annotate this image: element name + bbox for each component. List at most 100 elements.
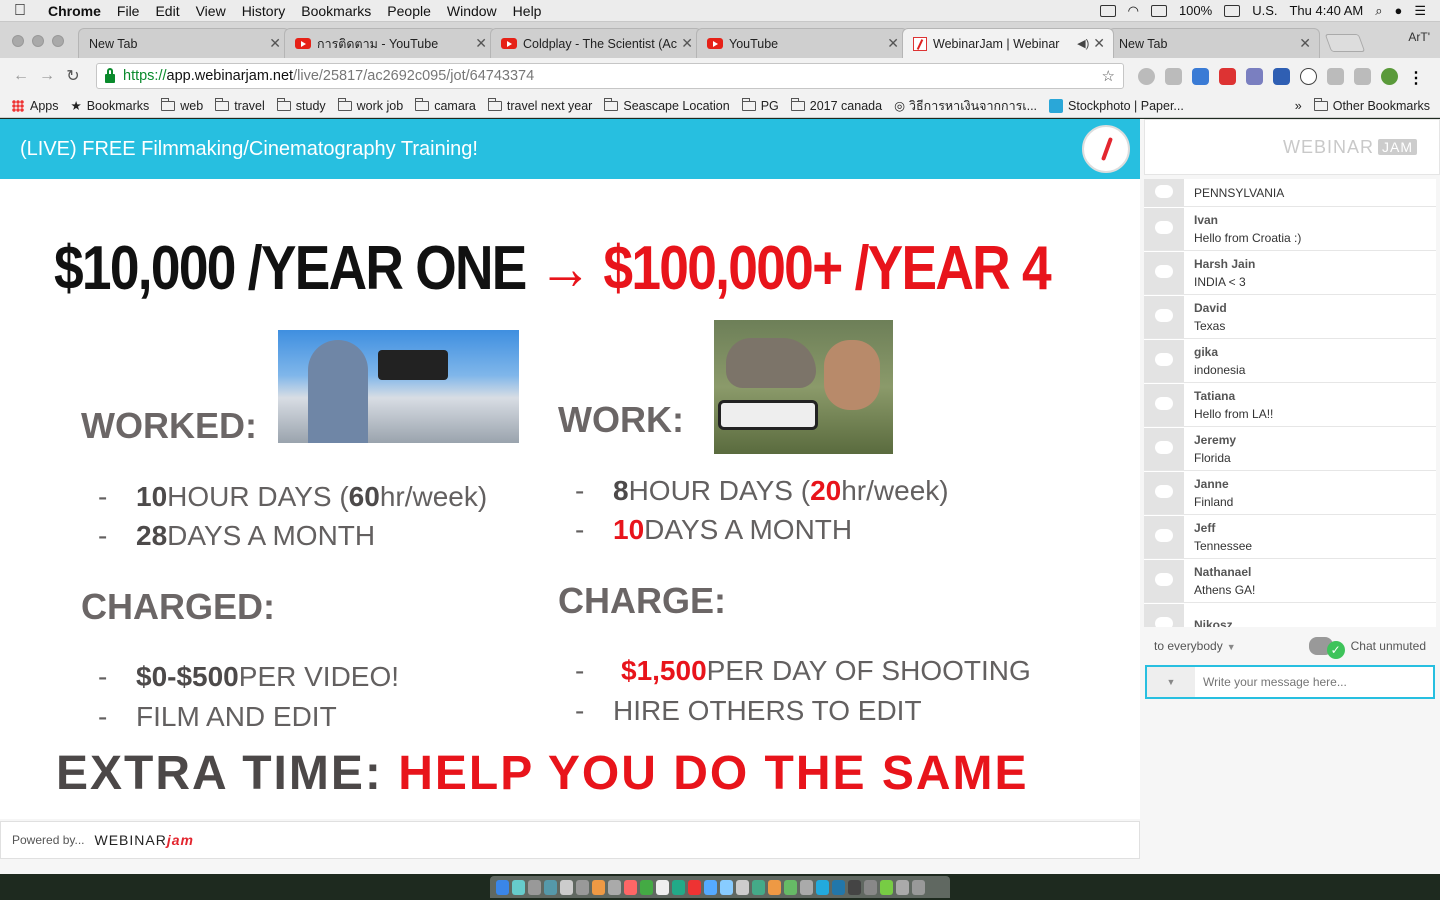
wifi-icon[interactable]: ◠ [1128,3,1139,19]
dock-app-icon[interactable] [880,879,893,895]
bookmark-folder-2017-canada[interactable]: 2017 canada [790,97,882,113]
dock-app-icon[interactable] [784,879,797,895]
dock-app-icon[interactable] [800,879,813,895]
tab-new-tab-2[interactable]: New Tab ✕ [1108,28,1320,58]
apple-menu-icon[interactable]:  [0,2,40,20]
close-tab-icon[interactable]: ✕ [475,35,487,52]
dock-app-icon[interactable] [720,879,733,895]
avatar-select[interactable]: ▼ [1147,667,1195,697]
menu-app-chrome[interactable]: Chrome [40,3,109,19]
extension-video-icon[interactable] [1219,67,1236,85]
menu-bookmarks[interactable]: Bookmarks [293,3,379,19]
bookmark-stockphoto[interactable]: Stockphoto | Paper... [1049,98,1184,113]
bookmark-folder-work-job[interactable]: work job [337,97,403,113]
dock-app-icon[interactable] [832,879,845,895]
dock-app-icon[interactable] [560,879,573,895]
bookmark-star-icon[interactable]: ☆ [1102,67,1115,85]
chat-message-input[interactable] [1195,675,1425,689]
reload-icon[interactable]: ↻ [60,66,86,86]
menu-edit[interactable]: Edit [147,3,187,19]
chrome-menu-icon[interactable]: ⋮ [1408,68,1424,87]
dock-app-icon[interactable] [624,879,637,895]
back-arrow-icon[interactable]: ← [8,67,34,85]
menu-help[interactable]: Help [505,3,550,19]
extension-speed-icon[interactable] [1300,67,1317,85]
menu-view[interactable]: View [188,3,234,19]
minimize-window-button[interactable] [32,35,44,47]
dock-app-icon[interactable] [672,879,685,895]
menu-history[interactable]: History [234,3,294,19]
webinarjam-logo[interactable]: WEBINARjam [94,832,193,848]
dock-app-icon[interactable] [768,879,781,895]
dock-app-icon[interactable] [608,879,621,895]
battery-icon[interactable] [1224,4,1241,17]
dock-app-icon[interactable] [688,879,701,895]
dock-app-icon[interactable] [816,879,829,895]
extension-hd-icon[interactable] [1327,67,1344,85]
dock-app-icon[interactable] [736,879,749,895]
new-tab-button[interactable] [1324,34,1366,52]
clock[interactable]: Thu 4:40 AM [1289,3,1363,18]
zoom-window-button[interactable] [52,35,64,47]
dock-app-icon[interactable] [704,879,717,895]
bookmark-folder-camara[interactable]: camara [415,97,476,113]
tab-youtube-subscriptions[interactable]: การติดตาม - YouTube ✕ [284,28,496,58]
close-tab-icon[interactable]: ✕ [1093,35,1105,52]
dock-app-icon[interactable] [640,879,653,895]
close-tab-icon[interactable]: ✕ [887,35,899,52]
input-source[interactable]: U.S. [1252,3,1277,18]
dock-app-icon[interactable] [656,879,669,895]
battery-level[interactable]: 100% [1179,3,1212,18]
menu-people[interactable]: People [379,3,439,19]
dock-app-icon[interactable] [592,879,605,895]
extension-earth-icon[interactable] [1381,67,1398,85]
dock-app-icon[interactable] [896,879,909,895]
tab-coldplay[interactable]: Coldplay - The Scientist (Ac ✕ [490,28,702,58]
chevron-more-icon[interactable]: » [1295,99,1302,113]
extension-cloud-icon[interactable] [1165,67,1182,85]
chat-mute-toggle[interactable]: Chat unmuted [1308,637,1426,659]
close-tab-icon[interactable]: ✕ [1299,35,1311,52]
siri-icon[interactable]: ● [1394,3,1402,18]
dock-app-icon[interactable] [848,879,861,895]
tab-webinarjam[interactable]: WebinarJam | Webinar ◀) ✕ [902,28,1114,58]
audience-select[interactable]: to everybody ▼ [1154,639,1236,653]
dock-app-icon[interactable] [864,879,877,895]
dock-app-icon[interactable] [752,879,765,895]
bookmark-folder-study[interactable]: study [276,97,326,113]
close-tab-icon[interactable]: ✕ [269,35,281,52]
menu-file[interactable]: File [109,3,148,19]
dock-app-icon[interactable] [496,879,509,895]
bookmark-other[interactable]: Other Bookmarks [1313,97,1430,113]
extension-badge-icon[interactable] [1273,67,1290,85]
extension-download-icon[interactable] [1192,67,1209,85]
spotlight-search-icon[interactable]: ⌕ [1375,3,1382,19]
bookmark-folder-seascape[interactable]: Seascape Location [604,97,730,113]
dock-app-icon[interactable] [544,879,557,895]
dock-app-icon[interactable] [912,879,925,895]
menu-window[interactable]: Window [439,3,505,19]
chat-message-list[interactable]: PENNSYLVANIA Ivan Hello from Croatia :) Har… [1144,179,1436,627]
bookmark-apps[interactable]: Apps [12,99,59,113]
close-tab-icon[interactable]: ✕ [681,35,693,52]
extension-php-icon[interactable] [1246,67,1263,85]
notification-center-icon[interactable]: ☰ [1414,3,1426,19]
dock-app-icon[interactable] [512,879,525,895]
speaker-icon[interactable]: ◀) [1077,37,1089,50]
extension-eye-icon[interactable] [1354,67,1371,85]
forward-arrow-icon[interactable]: → [34,67,60,85]
dock-app-icon[interactable] [576,879,589,895]
airplay-icon[interactable] [1150,4,1167,17]
close-window-button[interactable] [12,35,24,47]
screen-record-icon[interactable] [1099,4,1116,17]
dock-app-icon[interactable] [528,879,541,895]
bookmark-folder-travel-next-year[interactable]: travel next year [487,97,592,113]
bookmark-folder-web[interactable]: web [161,97,203,113]
bookmark-folder-pg[interactable]: PG [741,97,779,113]
address-bar[interactable]: https://app.webinarjam.net/live/25817/ac… [96,63,1124,89]
extension-globe-icon[interactable] [1138,67,1155,85]
profile-button[interactable]: ArT' [1408,30,1440,58]
bookmark-thai-link[interactable]: ◎ วิธีการหาเงินจากการเ... [894,96,1037,116]
tab-new-tab[interactable]: New Tab ✕ [78,28,290,58]
bookmark-bookmarks[interactable]: ★ Bookmarks [71,98,150,114]
